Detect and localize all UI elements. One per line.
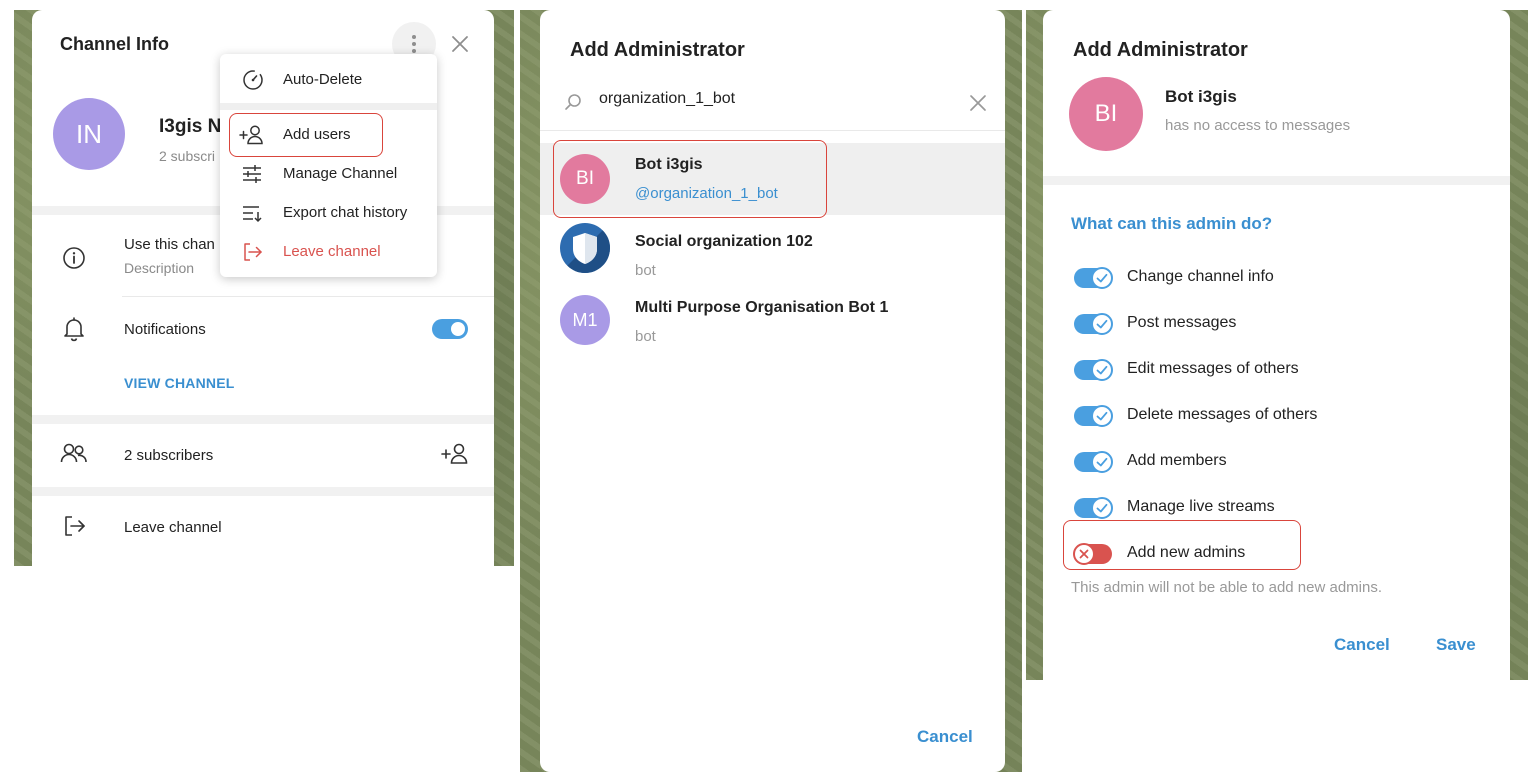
check-icon (1091, 405, 1113, 427)
permission-label: Add members (1127, 452, 1227, 469)
permission-label: Change channel info (1127, 268, 1274, 285)
clear-search-icon[interactable] (969, 94, 987, 112)
permission-row[interactable]: Add new admins (1043, 534, 1510, 574)
permissions-section-title: What can this admin do? (1071, 214, 1273, 233)
notifications-toggle[interactable] (432, 319, 468, 339)
sliders-icon (243, 165, 261, 183)
cancel-button[interactable]: Cancel (1334, 635, 1390, 655)
permission-row[interactable]: Manage live streams (1043, 488, 1510, 528)
menu-item-leave-channel[interactable]: Leave channel (220, 233, 437, 271)
description-text: Use this chan (124, 236, 215, 253)
add-user-icon[interactable] (440, 442, 470, 466)
add-user-icon (239, 125, 263, 145)
permission-label: Add new admins (1127, 544, 1246, 561)
permission-row[interactable]: Add members (1043, 442, 1510, 482)
subscribers-label: 2 subscribers (124, 447, 214, 464)
export-icon (243, 206, 262, 223)
permission-toggle-off[interactable] (1073, 543, 1112, 565)
menu-item-add-users[interactable]: Add users (220, 116, 437, 154)
avatar (560, 223, 610, 273)
menu-item-label: Add users (283, 126, 351, 143)
permission-note: This admin will not be able to add new a… (1071, 579, 1383, 596)
dialog-title: Add Administrator (570, 39, 745, 61)
row-divider (122, 296, 494, 297)
menu-item-label: Export chat history (283, 204, 408, 221)
result-name: Social organization 102 (635, 233, 813, 250)
check-icon (1091, 497, 1113, 519)
add-admin-rights-dialog: Add Administrator BI Bot i3gis has no ac… (1043, 10, 1510, 680)
permission-label: Edit messages of others (1127, 360, 1299, 377)
section-divider (32, 487, 494, 496)
check-icon (1091, 451, 1113, 473)
result-sub: bot (635, 328, 656, 345)
panel-title: Channel Info (60, 34, 169, 54)
add-admin-search-dialog: Add Administrator BI Bot i3gis @organiza… (540, 10, 1005, 772)
section-divider (1043, 176, 1510, 185)
bot-status: has no access to messages (1165, 117, 1351, 134)
notifications-label: Notifications (124, 321, 206, 338)
channel-name: I3gis N (159, 116, 222, 137)
permission-label: Post messages (1127, 314, 1237, 331)
menu-separator (220, 103, 437, 110)
menu-item-manage-channel[interactable]: Manage Channel (220, 155, 437, 193)
timer-icon (243, 70, 263, 90)
dialog-title: Add Administrator (1073, 39, 1248, 61)
menu-item-label: Leave channel (283, 243, 381, 260)
check-icon (1091, 267, 1113, 289)
bot-name: Bot i3gis (1165, 87, 1237, 106)
check-icon (1091, 313, 1113, 335)
menu-item-label: Manage Channel (283, 165, 398, 182)
avatar: M1 (560, 295, 610, 345)
result-name: Bot i3gis (635, 156, 703, 173)
permission-toggle-on[interactable] (1074, 359, 1113, 381)
leave-icon (244, 243, 262, 261)
avatar: BI (560, 154, 610, 204)
permission-label: Delete messages of others (1127, 406, 1318, 423)
section-divider (32, 415, 494, 424)
permission-toggle-on[interactable] (1074, 313, 1113, 335)
close-icon[interactable] (450, 34, 470, 54)
leave-icon (65, 516, 85, 536)
result-row-bot-i3gis[interactable]: BI Bot i3gis @organization_1_bot (540, 143, 1005, 215)
permission-label: Manage live streams (1127, 498, 1275, 515)
info-icon (63, 247, 85, 269)
permission-toggle-on[interactable] (1074, 497, 1113, 519)
search-divider (540, 130, 1005, 131)
menu-item-label: Auto-Delete (283, 71, 363, 88)
permission-toggle-on[interactable] (1074, 267, 1113, 289)
bot-avatar: BI (1069, 77, 1143, 151)
result-username: @organization_1_bot (635, 185, 778, 202)
permission-row[interactable]: Change channel info (1043, 258, 1510, 298)
channel-context-menu: Auto-Delete Add users Manage Channel Exp… (220, 54, 437, 277)
cross-icon (1073, 543, 1095, 565)
result-name: Multi Purpose Organisation Bot 1 (635, 299, 889, 316)
shield-icon (560, 223, 610, 273)
cancel-button[interactable]: Cancel (917, 727, 973, 747)
save-button[interactable]: Save (1436, 635, 1476, 655)
channel-avatar: IN (53, 98, 125, 170)
result-row-multi-purpose-bot[interactable]: M1 Multi Purpose Organisation Bot 1 bot (540, 287, 1005, 359)
result-sub: bot (635, 262, 656, 279)
menu-item-auto-delete[interactable]: Auto-Delete (220, 61, 437, 99)
search-icon (565, 94, 581, 110)
permission-row[interactable]: Post messages (1043, 304, 1510, 344)
search-input[interactable] (599, 90, 959, 108)
permission-row[interactable]: Edit messages of others (1043, 350, 1510, 390)
view-channel-link[interactable]: VIEW CHANNEL (124, 375, 235, 391)
description-label: Description (124, 260, 195, 276)
channel-subscribers-count: 2 subscri (159, 148, 216, 164)
result-row-social-organization[interactable]: Social organization 102 bot (540, 215, 1005, 287)
permission-toggle-on[interactable] (1074, 451, 1113, 473)
users-icon (60, 443, 87, 463)
bell-icon (64, 317, 84, 342)
leave-channel-row[interactable]: Leave channel (124, 519, 222, 536)
permission-row[interactable]: Delete messages of others (1043, 396, 1510, 436)
check-icon (1091, 359, 1113, 381)
permission-toggle-on[interactable] (1074, 405, 1113, 427)
menu-item-export-chat-history[interactable]: Export chat history (220, 194, 437, 232)
